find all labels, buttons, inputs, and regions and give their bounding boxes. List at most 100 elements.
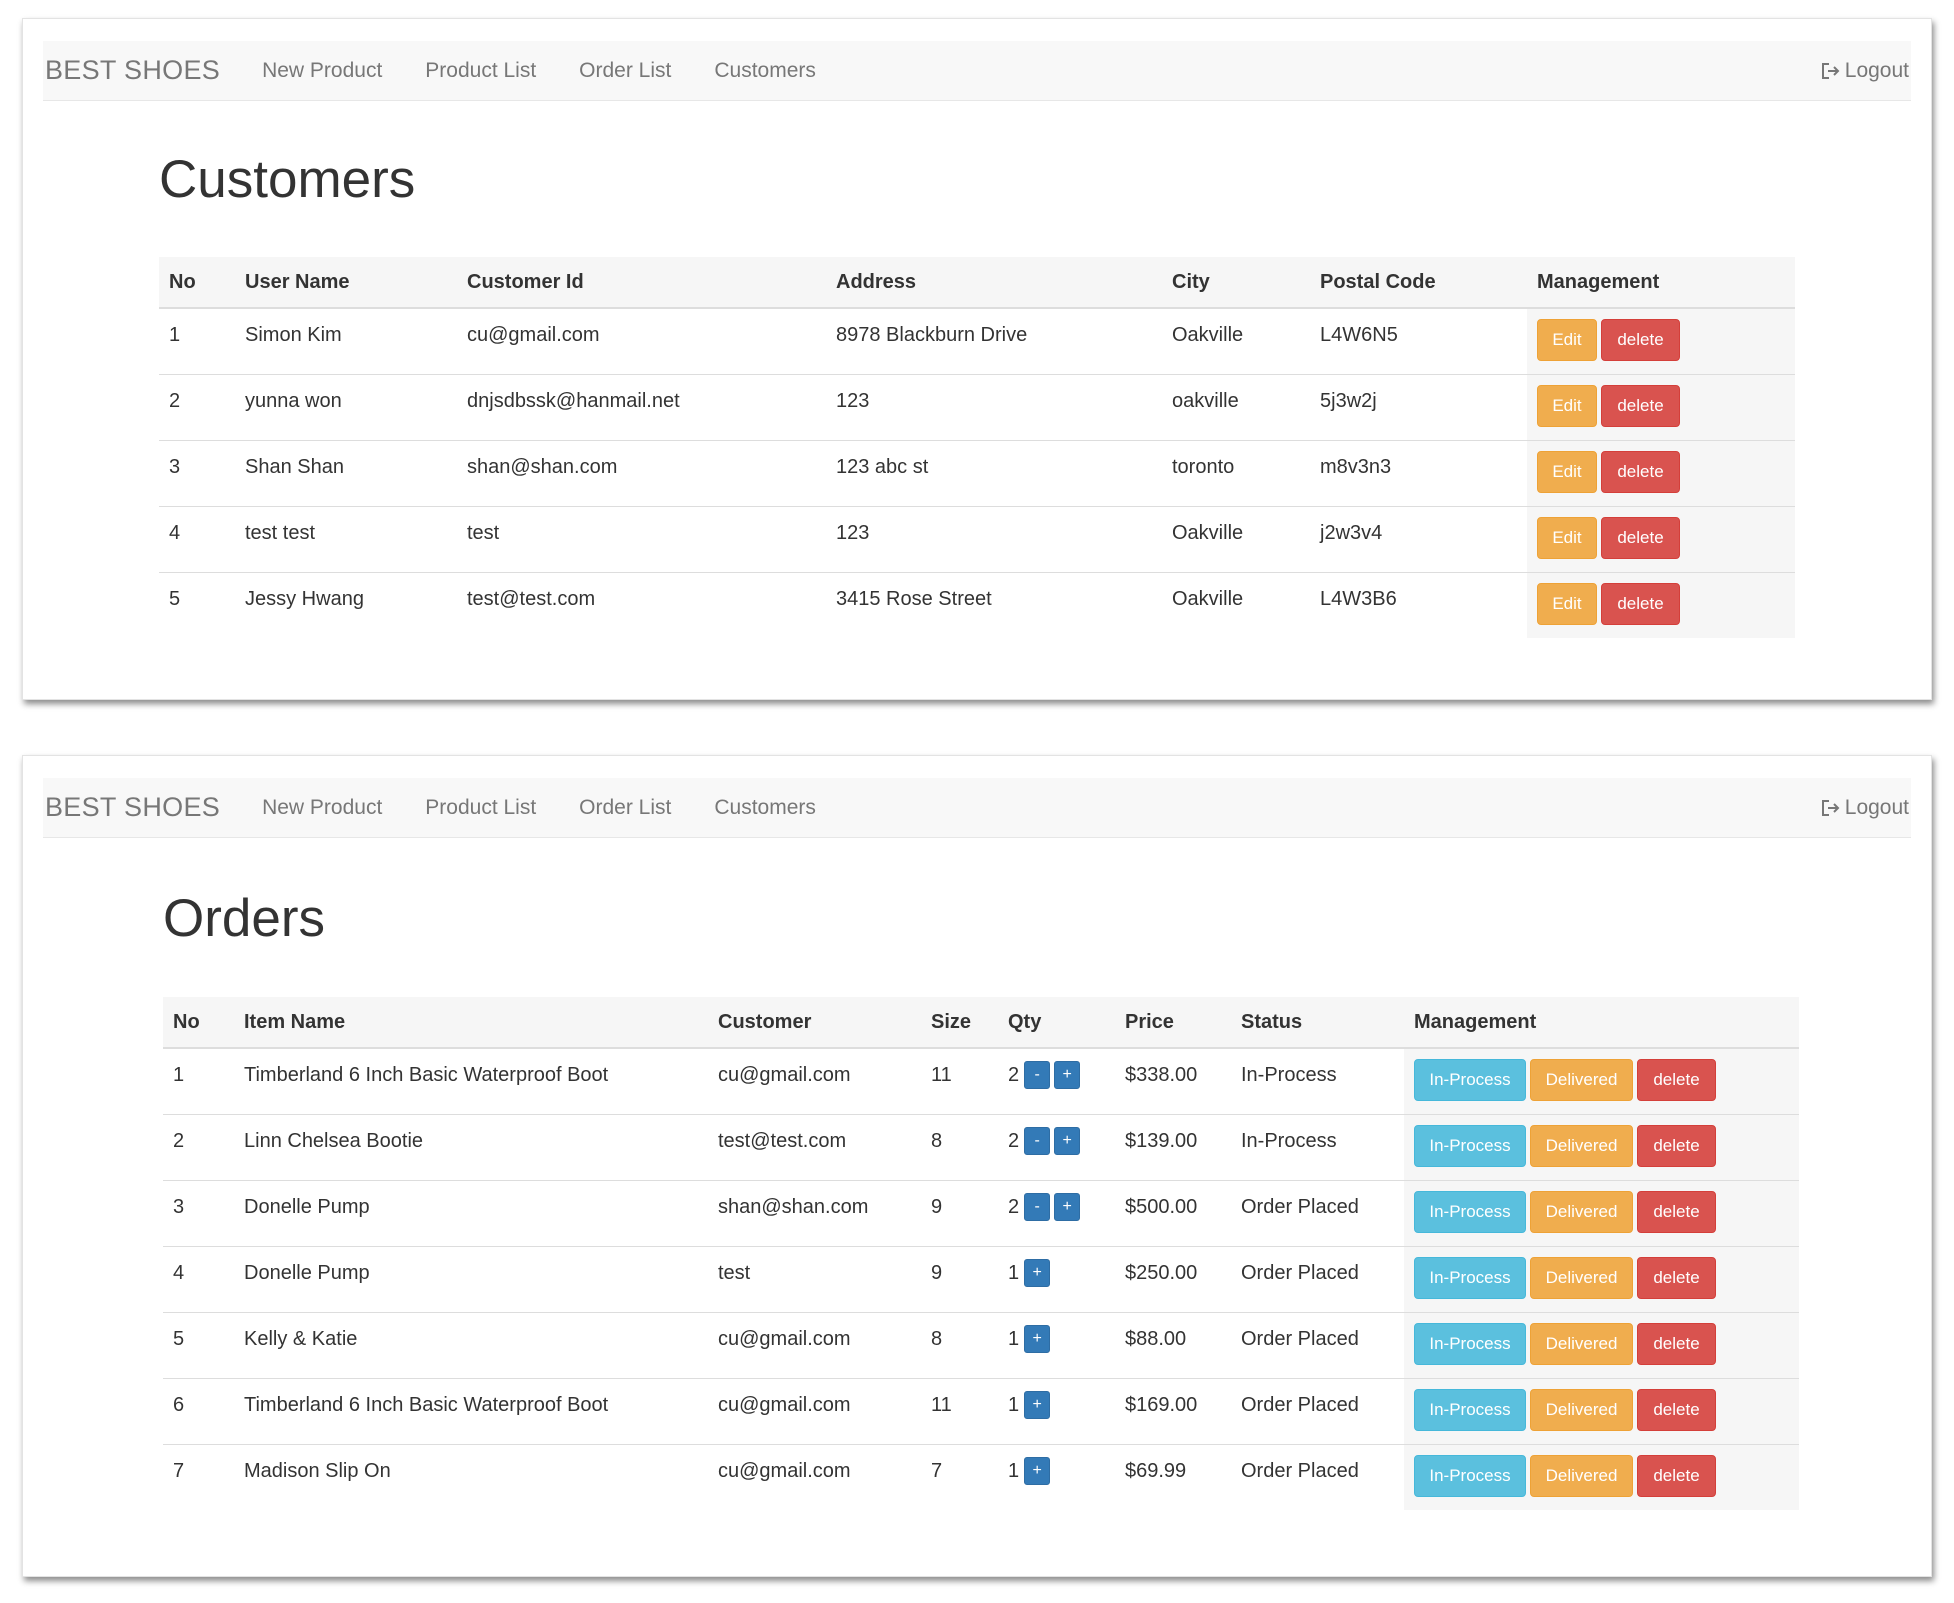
qty-increment-button[interactable]: + (1024, 1258, 1051, 1287)
cell-no: 3 (163, 1179, 234, 1246)
delivered-button[interactable]: Delivered (1530, 1388, 1633, 1431)
col-header-address: Address (826, 257, 1162, 309)
logout-link[interactable]: Logout (1821, 796, 1909, 820)
cell-management: Edit delete (1527, 373, 1795, 440)
cell-status: Order Placed (1231, 1443, 1404, 1510)
cell-qty: 1 + (998, 1443, 1115, 1510)
cell-item-name: Donelle Pump (234, 1245, 708, 1312)
delivered-button[interactable]: Delivered (1530, 1124, 1633, 1167)
qty-decrement-button[interactable]: - (1024, 1126, 1051, 1155)
orders-table: No Item Name Customer Size Qty Price Sta… (163, 997, 1799, 1510)
cell-user-name: Shan Shan (235, 439, 457, 506)
cell-no: 3 (159, 439, 235, 506)
qty-decrement-button[interactable]: - (1024, 1192, 1051, 1221)
delete-button[interactable]: delete (1637, 1454, 1716, 1497)
cell-no: 7 (163, 1443, 234, 1510)
delete-button[interactable]: delete (1637, 1256, 1716, 1299)
cell-status: Order Placed (1231, 1311, 1404, 1378)
cell-user-name: Simon Kim (245, 324, 342, 346)
qty-increment-button[interactable]: + (1024, 1390, 1051, 1419)
cell-customer: cu@gmail.com (708, 1311, 921, 1378)
cell-customer-id: test (457, 505, 826, 572)
delivered-button[interactable]: Delivered (1530, 1322, 1633, 1365)
cell-customer: shan@shan.com (708, 1179, 921, 1246)
cell-no: 2 (163, 1113, 234, 1180)
navbar: BEST SHOES New Product Product List Orde… (43, 778, 1911, 838)
in-process-button[interactable]: In-Process (1414, 1256, 1526, 1299)
in-process-button[interactable]: In-Process (1414, 1322, 1526, 1365)
delete-button[interactable]: delete (1637, 1190, 1716, 1233)
in-process-button[interactable]: In-Process (1414, 1190, 1526, 1233)
cell-city: Oakville (1162, 571, 1310, 638)
delete-button[interactable]: delete (1601, 450, 1680, 493)
qty-increment-button[interactable]: + (1024, 1456, 1051, 1485)
nav-product-list[interactable]: Product List (425, 796, 536, 820)
delete-button[interactable]: delete (1601, 384, 1680, 427)
delete-button[interactable]: delete (1637, 1388, 1716, 1431)
delete-button[interactable]: delete (1601, 582, 1680, 625)
table-row: 1 Simon Kim cu@gmail.com 8978 Blackburn Dri… (159, 308, 1795, 374)
delivered-button[interactable]: Delivered (1530, 1059, 1633, 1101)
in-process-button[interactable]: In-Process (1414, 1059, 1526, 1101)
delivered-button[interactable]: Delivered (1530, 1256, 1633, 1299)
cell-postal-code: L4W3B6 (1310, 571, 1527, 638)
edit-button[interactable]: Edit (1537, 319, 1597, 361)
edit-button[interactable]: Edit (1537, 516, 1597, 559)
cell-status: In-Process (1231, 1113, 1404, 1180)
col-header-user-name: User Name (235, 257, 457, 309)
qty-value: 1 (1008, 1393, 1020, 1416)
nav-order-list[interactable]: Order List (579, 796, 671, 820)
cell-user-name: Jessy Hwang (235, 571, 457, 638)
cell-no: 2 (159, 373, 235, 440)
cell-no: 1 (173, 1064, 185, 1086)
delete-button[interactable]: delete (1637, 1322, 1716, 1365)
brand-logo[interactable]: BEST SHOES (45, 55, 220, 86)
nav-new-product[interactable]: New Product (262, 796, 382, 820)
delivered-button[interactable]: Delivered (1530, 1190, 1633, 1233)
cell-item-name: Donelle Pump (234, 1179, 708, 1246)
table-row: 7 Madison Slip On cu@gmail.com 7 1 + $69.99 Ord… (163, 1443, 1799, 1510)
cell-qty: 1 + (998, 1245, 1115, 1312)
cell-address: 8978 Blackburn Drive (836, 324, 1028, 346)
nav-new-product[interactable]: New Product (262, 59, 382, 83)
nav-customers[interactable]: Customers (714, 796, 816, 820)
cell-customer: cu@gmail.com (708, 1443, 921, 1510)
qty-increment-button[interactable]: + (1024, 1324, 1051, 1353)
qty-increment-button[interactable]: + (1054, 1126, 1081, 1155)
qty-increment-button[interactable]: + (1054, 1061, 1081, 1089)
delete-button[interactable]: delete (1637, 1124, 1716, 1167)
cell-management: Edit delete (1527, 308, 1795, 374)
cell-qty: 2- + (998, 1048, 1115, 1114)
cell-size: 9 (921, 1179, 998, 1246)
customers-screenshot-panel: BEST SHOES New Product Product List Orde… (22, 18, 1932, 700)
cell-status: Order Placed (1231, 1377, 1404, 1444)
cell-postal-code: L4W6N5 (1320, 324, 1398, 346)
cell-no: 5 (159, 571, 235, 638)
in-process-button[interactable]: In-Process (1414, 1454, 1526, 1497)
table-row: 6 Timberland 6 Inch Basic Waterproof Boot… (163, 1377, 1799, 1444)
cell-city: Oakville (1162, 505, 1310, 572)
col-header-size: Size (921, 997, 998, 1049)
edit-button[interactable]: Edit (1537, 384, 1597, 427)
qty-value: 1 (1008, 1327, 1020, 1350)
in-process-button[interactable]: In-Process (1414, 1124, 1526, 1167)
qty-decrement-button[interactable]: - (1024, 1061, 1051, 1089)
cell-address: 123 abc st (826, 439, 1162, 506)
nav-customers[interactable]: Customers (714, 59, 816, 83)
in-process-button[interactable]: In-Process (1414, 1388, 1526, 1431)
delete-button[interactable]: delete (1637, 1059, 1716, 1101)
delivered-button[interactable]: Delivered (1530, 1454, 1633, 1497)
delete-button[interactable]: delete (1601, 319, 1680, 361)
logout-link[interactable]: Logout (1821, 59, 1909, 83)
edit-button[interactable]: Edit (1537, 582, 1597, 625)
cell-city: Oakville (1172, 324, 1244, 346)
qty-increment-button[interactable]: + (1054, 1192, 1081, 1221)
nav-product-list[interactable]: Product List (425, 59, 536, 83)
brand-logo[interactable]: BEST SHOES (45, 792, 220, 823)
delete-button[interactable]: delete (1601, 516, 1680, 559)
nav-order-list[interactable]: Order List (579, 59, 671, 83)
cell-user-name: yunna won (235, 373, 457, 440)
logout-label: Logout (1844, 795, 1909, 819)
cell-price: $69.99 (1115, 1443, 1231, 1510)
edit-button[interactable]: Edit (1537, 450, 1597, 493)
